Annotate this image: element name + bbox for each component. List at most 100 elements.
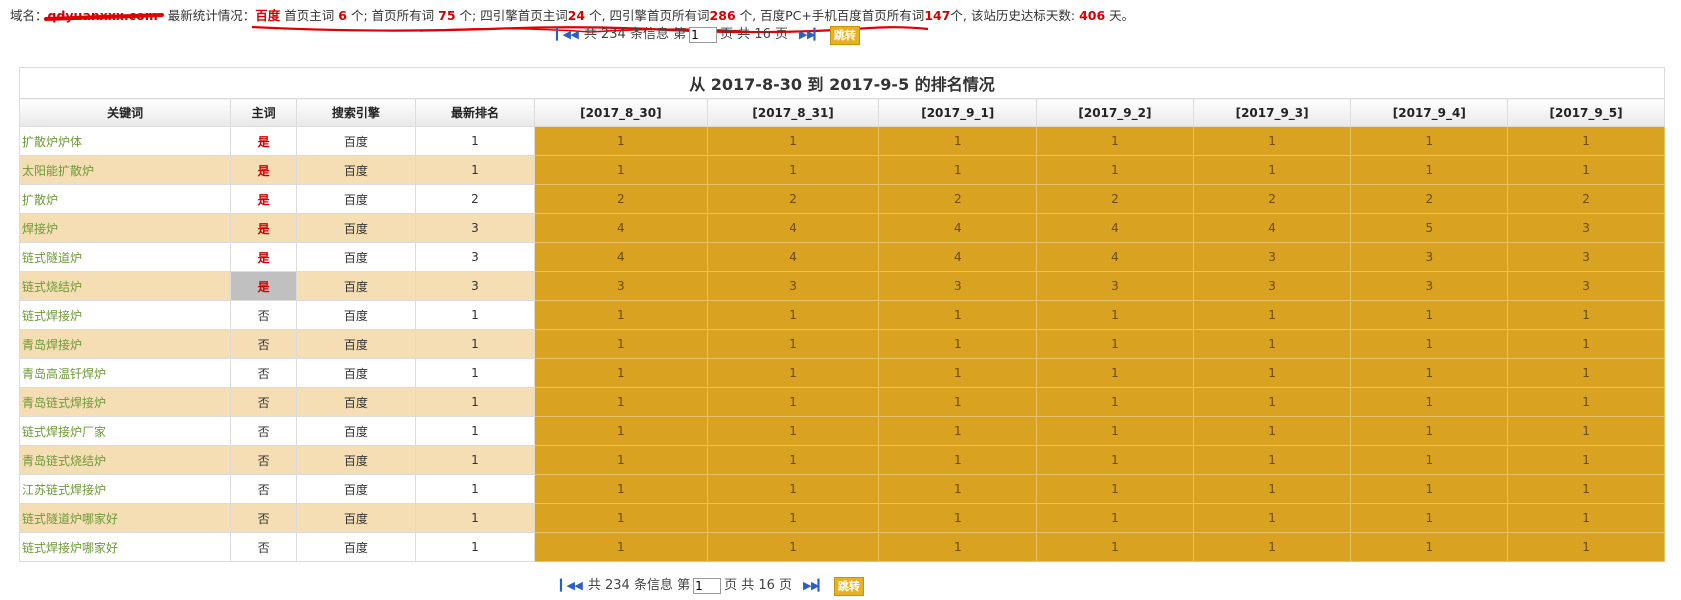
keyword-link[interactable]: 焊接炉 — [18, 213, 232, 243]
daily-rank-cell: 1 — [706, 155, 880, 185]
keyword-link[interactable]: 扩散炉炉体 — [18, 126, 232, 156]
table-row: 江苏链式焊接炉否百度 1 1 1 1 1 1 1 1 — [18, 474, 1665, 504]
daily-rank-cell: 1 — [534, 416, 708, 446]
daily-rank-cell: 3 — [878, 271, 1038, 301]
daily-rank-cell: 4 — [706, 213, 880, 243]
keyword-link[interactable]: 扩散炉 — [18, 184, 232, 214]
daily-rank-cell: 1 — [1036, 387, 1194, 417]
search-engine-cell: 百度 — [295, 329, 416, 359]
latest-rank-cell: 1 — [414, 503, 536, 533]
keyword-link[interactable]: 链式隧道炉哪家好 — [18, 503, 232, 533]
table-row: 链式烧结炉是百度 3 3 3 3 3 3 3 3 — [18, 271, 1665, 301]
keyword-link[interactable]: 青岛高温钎焊炉 — [18, 358, 232, 388]
jump-button[interactable]: 跳转 — [829, 25, 860, 45]
next-last-page-icon[interactable]: ▶ ▶▎ — [803, 575, 826, 597]
pc-mobile-count: 147 — [924, 8, 951, 23]
daily-rank-cell: 4 — [878, 213, 1038, 243]
seg3-unit: 个, 四引擎首页所有词 — [589, 8, 710, 23]
daily-rank-cell: 1 — [1507, 416, 1665, 446]
main-flag: 否 — [230, 416, 297, 446]
daily-rank-cell: 1 — [878, 126, 1038, 156]
keyword-link[interactable]: 江苏链式焊接炉 — [18, 474, 232, 504]
search-engine-cell: 百度 — [295, 416, 416, 446]
pagination-bottom: ▎◀ ◀ 共 234 条信息 第 页 共 16 页 ▶ ▶▎ 跳转 — [560, 575, 864, 597]
column-header-7: [2017_9_2] — [1036, 98, 1194, 127]
daily-rank-cell: 1 — [706, 416, 880, 446]
column-header-4: [2017_8_30] — [534, 98, 708, 127]
seg5-unit: 个, 该站历史达标天数: — [950, 8, 1076, 23]
daily-rank-cell: 1 — [534, 358, 708, 388]
column-header-5: [2017_8_31] — [706, 98, 880, 127]
table-row: 链式隧道炉哪家好否百度 1 1 1 1 1 1 1 1 — [18, 503, 1665, 533]
daily-rank-cell: 1 — [1192, 503, 1352, 533]
column-header-2: 搜索引擎 — [295, 98, 416, 127]
search-engine-cell: 百度 — [295, 358, 416, 388]
keyword-link[interactable]: 青岛焊接炉 — [18, 329, 232, 359]
daily-rank-cell: 1 — [706, 126, 880, 156]
main-flag: 是 — [230, 126, 297, 156]
search-engine-cell: 百度 — [295, 445, 416, 475]
daily-rank-cell: 1 — [534, 474, 708, 504]
daily-rank-cell: 1 — [1036, 329, 1194, 359]
daily-rank-cell: 1 — [1507, 387, 1665, 417]
search-engine-cell: 百度 — [295, 242, 416, 272]
keyword-link[interactable]: 太阳能扩散炉 — [18, 155, 232, 185]
keyword-link[interactable]: 青岛链式烧结炉 — [18, 445, 232, 475]
first-prev-page-icon[interactable]: ▎◀ ◀ — [556, 24, 579, 46]
first-prev-page-icon[interactable]: ▎◀ ◀ — [560, 575, 583, 597]
daily-rank-cell: 1 — [1036, 155, 1194, 185]
table-row: 链式焊接炉哪家好否百度 1 1 1 1 1 1 1 1 — [18, 532, 1665, 562]
daily-rank-cell: 1 — [1507, 155, 1665, 185]
search-engine-cell: 百度 — [295, 213, 416, 243]
latest-rank-cell: 1 — [414, 358, 536, 388]
daily-rank-cell: 3 — [1507, 271, 1665, 301]
latest-rank-cell: 3 — [414, 242, 536, 272]
main-flag: 否 — [230, 358, 297, 388]
daily-rank-cell: 2 — [534, 184, 708, 214]
column-header-9: [2017_9_4] — [1350, 98, 1509, 127]
daily-rank-cell: 1 — [1507, 503, 1665, 533]
seg4-unit: 个, 百度PC+手机百度首页所有词 — [739, 8, 925, 23]
domain-value[interactable]: qdyuanxxx.com — [48, 7, 158, 25]
daily-rank-cell: 3 — [1036, 271, 1194, 301]
daily-rank-cell: 1 — [1507, 329, 1665, 359]
next-last-page-icon[interactable]: ▶ ▶▎ — [799, 24, 822, 46]
daily-rank-cell: 3 — [1192, 271, 1352, 301]
page-number-input[interactable] — [689, 27, 718, 43]
keyword-link[interactable]: 链式焊接炉 — [18, 300, 232, 330]
daily-rank-cell: 1 — [1507, 300, 1665, 330]
column-header-8: [2017_9_3] — [1192, 98, 1352, 127]
keyword-link[interactable]: 链式焊接炉哪家好 — [18, 532, 232, 562]
daily-rank-cell: 3 — [1507, 242, 1665, 272]
daily-rank-cell: 1 — [1192, 155, 1352, 185]
keyword-link[interactable]: 链式焊接炉厂家 — [18, 416, 232, 446]
daily-rank-cell: 1 — [1192, 300, 1352, 330]
daily-rank-cell: 1 — [1350, 300, 1509, 330]
daily-rank-cell: 1 — [706, 474, 880, 504]
table-row: 链式隧道炉是百度 3 4 4 4 4 3 3 3 — [18, 242, 1665, 272]
ranking-table: 从 2017-8-30 到 2017-9-5 的排名情况 关键词 主词 搜索引擎 最新… — [18, 67, 1665, 562]
daily-rank-cell: 1 — [1507, 474, 1665, 504]
history-days-count: 406 — [1079, 8, 1106, 23]
daily-rank-cell: 3 — [534, 271, 708, 301]
search-engine-cell: 百度 — [295, 503, 416, 533]
keyword-link[interactable]: 青岛链式焊接炉 — [18, 387, 232, 417]
daily-rank-cell: 1 — [878, 532, 1038, 562]
latest-rank-cell: 1 — [414, 416, 536, 446]
stats-summary: 域名：qdyuanxxx.com 最新统计情况：百度 首页主词 6 个; 首页所… — [10, 7, 1134, 25]
daily-rank-cell: 1 — [1036, 416, 1194, 446]
table-row: 青岛焊接炉否百度 1 1 1 1 1 1 1 1 — [18, 329, 1665, 359]
daily-rank-cell: 1 — [1350, 474, 1509, 504]
daily-rank-cell: 1 — [878, 358, 1038, 388]
table-row: 链式焊接炉厂家否百度 1 1 1 1 1 1 1 1 — [18, 416, 1665, 446]
page-number-input[interactable] — [693, 578, 722, 594]
column-header-0: 关键词 — [18, 98, 232, 127]
daily-rank-cell: 1 — [1036, 126, 1194, 156]
jump-button[interactable]: 跳转 — [833, 576, 864, 596]
main-flag: 是 — [230, 213, 297, 243]
keyword-link[interactable]: 链式烧结炉 — [18, 271, 232, 301]
keyword-link[interactable]: 链式隧道炉 — [18, 242, 232, 272]
table-header-row: 关键词 主词 搜索引擎 最新排名 [2017_8_30] [2017_8_31] [2017… — [18, 98, 1665, 127]
daily-rank-cell: 1 — [1192, 416, 1352, 446]
search-engine-cell: 百度 — [295, 300, 416, 330]
